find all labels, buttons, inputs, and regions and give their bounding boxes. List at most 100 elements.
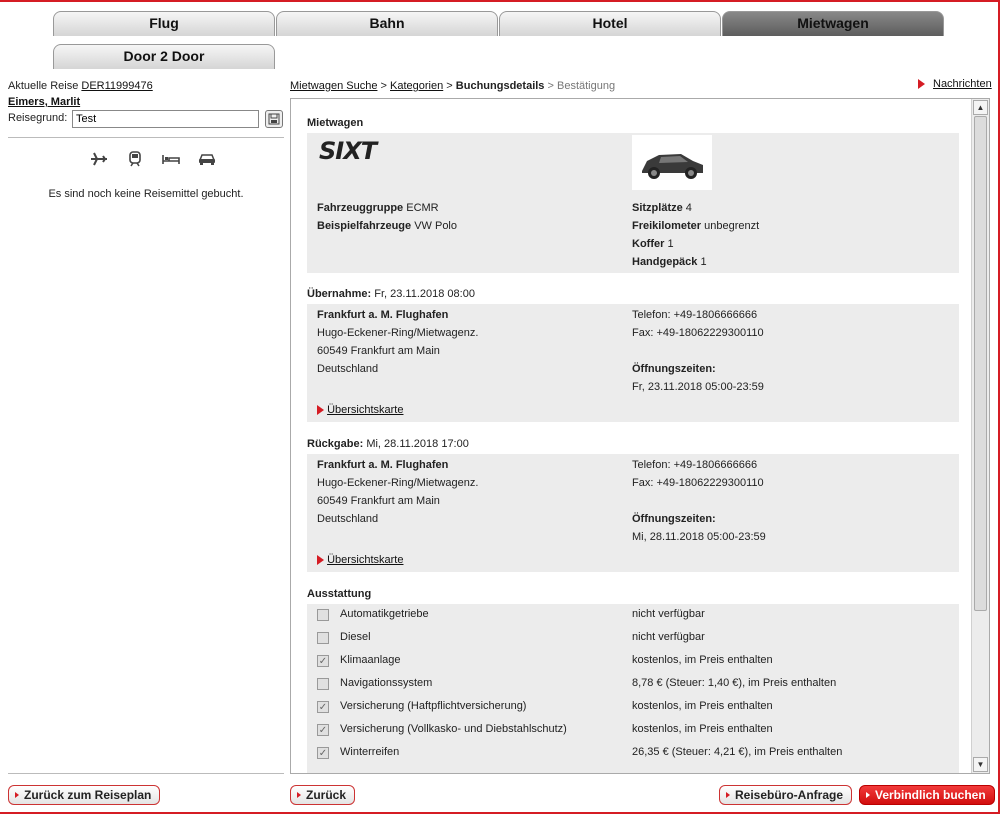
- pickup-city: 60549 Frankfurt am Main: [317, 345, 440, 357]
- section-title-car: Mietwagen: [307, 117, 364, 129]
- pickup-country: Deutschland: [317, 363, 379, 375]
- arrow-right-icon: [866, 792, 870, 798]
- sixt-logo: SIXT: [319, 137, 377, 165]
- return-phone: Telefon: +49-1806666666: [632, 459, 758, 471]
- equipment-name: Diesel: [340, 631, 371, 643]
- back-button[interactable]: Zurück: [290, 785, 356, 805]
- car-group-value: ECMR: [406, 202, 439, 214]
- tab-hotel[interactable]: Hotel: [499, 11, 721, 36]
- pickup-hours-label: Öffnungszeiten:: [632, 363, 716, 375]
- current-trip-label: Aktuelle Reise: [8, 80, 79, 92]
- seats-label: Sitzplätze: [632, 202, 683, 214]
- hotel-bed-icon: [160, 150, 182, 168]
- equipment-checkbox[interactable]: ✓: [317, 747, 329, 759]
- booking-details-panel: Mietwagen SIXT Fahrzeuggruppe ECMR Beisp…: [290, 98, 990, 774]
- hand-value: 1: [700, 256, 707, 268]
- car-info-box: SIXT Fahrzeuggruppe ECMR Beispielfahrzeu…: [307, 133, 959, 273]
- equipment-checkbox[interactable]: ✓: [317, 701, 329, 713]
- return-hours: Mi, 28.11.2018 05:00-23:59: [632, 531, 766, 543]
- plane-icon: [88, 150, 110, 168]
- return-city: 60549 Frankfurt am Main: [317, 495, 440, 507]
- km-value: unbegrenzt: [704, 220, 760, 232]
- arrow-right-icon: [918, 79, 925, 89]
- scroll-up-button[interactable]: ▲: [973, 100, 988, 115]
- train-icon: [124, 150, 146, 168]
- reason-input[interactable]: [72, 110, 259, 128]
- breadcrumb-categories[interactable]: Kategorien: [390, 80, 443, 92]
- scroll-thumb[interactable]: [974, 116, 987, 611]
- equipment-name: Versicherung (Haftpflichtversicherung): [340, 700, 527, 712]
- equipment-price: nicht verfügbar: [632, 608, 705, 620]
- equipment-price: 26,35 € (Steuer: 4,21 €), im Preis entha…: [632, 746, 843, 758]
- save-icon: [268, 113, 280, 125]
- tab-mietwagen[interactable]: Mietwagen: [722, 11, 944, 36]
- equipment-checkbox[interactable]: [317, 609, 329, 621]
- return-country: Deutschland: [317, 513, 379, 525]
- scrollbar[interactable]: ▲ ▼: [971, 99, 989, 773]
- equipment-box: Automatikgetriebe nicht verfügbar Diesel ni…: [307, 604, 959, 773]
- sidebar-divider: [8, 137, 284, 138]
- tab-door2door[interactable]: Door 2 Door: [53, 44, 275, 69]
- news-link-label[interactable]: Nachrichten: [933, 78, 992, 90]
- pickup-street: Hugo-Eckener-Ring/Mietwagenz.: [317, 327, 479, 339]
- app-frame: Flug Bahn Hotel Mietwagen Door 2 Door Ak…: [0, 0, 1000, 814]
- arrow-right-icon: [726, 792, 730, 798]
- equipment-checkbox[interactable]: [317, 678, 329, 690]
- equipment-checkbox[interactable]: ✓: [317, 724, 329, 736]
- equipment-checkbox[interactable]: ✓: [317, 655, 329, 667]
- book-button[interactable]: Verbindlich buchen: [859, 785, 995, 805]
- bags-value: 1: [667, 238, 674, 250]
- km-label: Freikilometer: [632, 220, 702, 232]
- transport-icons: [88, 150, 218, 168]
- traveler-link[interactable]: Eimers, Marlit: [8, 96, 80, 108]
- pickup-heading: Übernahme: Fr, 23.11.2018 08:00: [307, 288, 475, 300]
- current-trip-row: Aktuelle Reise DER11999476: [8, 78, 284, 94]
- equipment-checkbox[interactable]: [317, 632, 329, 644]
- return-map-link[interactable]: Übersichtskarte: [317, 551, 403, 569]
- equipment-price: nicht verfügbar: [632, 631, 705, 643]
- return-hours-label: Öffnungszeiten:: [632, 513, 716, 525]
- car-example-value: VW Polo: [414, 220, 457, 232]
- return-street: Hugo-Eckener-Ring/Mietwagenz.: [317, 477, 479, 489]
- pickup-hours: Fr, 23.11.2018 05:00-23:59: [632, 381, 764, 393]
- arrow-right-icon: [15, 792, 19, 798]
- scroll-down-button[interactable]: ▼: [973, 757, 988, 772]
- equipment-name: Navigationssystem: [340, 677, 433, 689]
- return-heading: Rückgabe: Mi, 28.11.2018 17:00: [307, 438, 469, 450]
- car-icon: [196, 150, 218, 168]
- tab-bahn[interactable]: Bahn: [276, 11, 498, 36]
- seats-value: 4: [685, 202, 692, 214]
- tab-flug[interactable]: Flug: [53, 11, 275, 36]
- current-trip-link[interactable]: DER11999476: [81, 80, 152, 92]
- news-link[interactable]: Nachrichten: [918, 78, 992, 90]
- return-fax: Fax: +49-18062229300110: [632, 477, 764, 489]
- car-example-label: Beispielfahrzeuge: [317, 220, 412, 232]
- arrow-right-icon: [317, 405, 324, 416]
- agency-request-button[interactable]: Reisebüro-Anfrage: [719, 785, 853, 805]
- equipment-heading: Ausstattung: [307, 588, 372, 600]
- return-station: Frankfurt a. M. Flughafen: [317, 459, 449, 471]
- pickup-map-link[interactable]: Übersichtskarte: [317, 401, 403, 419]
- equipment-name: Winterreifen: [340, 746, 400, 758]
- equipment-price: kostenlos, im Preis enthalten: [632, 723, 773, 735]
- equipment-price: kostenlos, im Preis enthalten: [632, 700, 773, 712]
- equipment-name: Versicherung (Vollkasko- und Diebstahlsc…: [340, 723, 567, 735]
- equipment-price: 8,78 € (Steuer: 1,40 €), im Preis enthal…: [632, 677, 837, 689]
- return-box: Frankfurt a. M. Flughafen Hugo-Eckener-R…: [307, 454, 959, 572]
- car-image: [632, 135, 712, 190]
- breadcrumb-confirmation: Bestätigung: [556, 80, 616, 92]
- back-to-plan-button[interactable]: Zurück zum Reiseplan: [8, 785, 161, 805]
- sidebar-bottom-divider: [8, 773, 284, 774]
- no-bookings-text: Es sind noch keine Reisemittel gebucht.: [48, 188, 244, 200]
- equipment-price: kostenlos, im Preis enthalten: [632, 654, 773, 666]
- equipment-name: Automatikgetriebe: [340, 608, 429, 620]
- car-group-label: Fahrzeuggruppe: [317, 202, 404, 214]
- breadcrumb-search[interactable]: Mietwagen Suche: [290, 80, 377, 92]
- save-reason-button[interactable]: [265, 110, 283, 128]
- pickup-phone: Telefon: +49-1806666666: [632, 309, 758, 321]
- arrow-right-icon: [317, 555, 324, 566]
- breadcrumb-current: Buchungsdetails: [455, 80, 545, 92]
- pickup-station: Frankfurt a. M. Flughafen: [317, 309, 449, 321]
- pickup-fax: Fax: +49-18062229300110: [632, 327, 764, 339]
- equipment-name: Klimaanlage: [340, 654, 401, 666]
